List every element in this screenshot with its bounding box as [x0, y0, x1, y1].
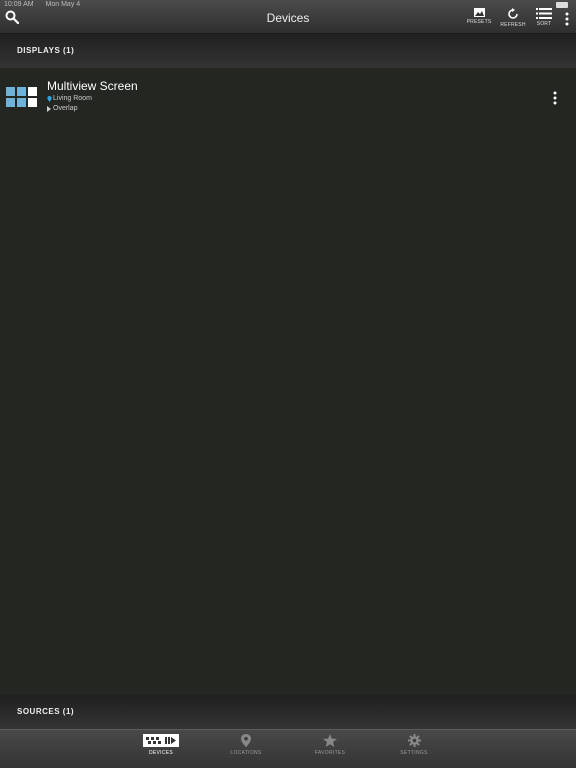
device-name: Multiview Screen: [47, 79, 138, 93]
device-mode-label: Overlap: [53, 105, 78, 112]
play-icon: [47, 105, 51, 112]
location-pin-icon: [47, 95, 52, 102]
tab-bar: DEVICES LOCATIONS FAVORITES SETTINGS: [0, 729, 576, 768]
status-date: Mon May 4: [45, 1, 81, 8]
more-vertical-icon: [553, 91, 557, 105]
status-bar: 10:09 AM Mon May 4: [4, 1, 90, 8]
top-bar: 10:09 AM Mon May 4 Devices PRESETS REFRE…: [0, 0, 576, 34]
tab-locations-label: LOCATIONS: [230, 750, 262, 756]
multiview-grid-icon: [6, 87, 40, 109]
tab-devices[interactable]: DEVICES: [131, 734, 191, 766]
tab-locations[interactable]: LOCATIONS: [216, 734, 276, 766]
refresh-label: REFRESH: [500, 22, 526, 28]
presets-label: PRESETS: [466, 19, 492, 25]
refresh-button[interactable]: REFRESH: [497, 8, 529, 32]
tab-settings-label: SETTINGS: [400, 750, 428, 756]
tab-favorites-label: FAVORITES: [314, 750, 346, 756]
image-icon: [473, 8, 485, 17]
status-time: 10:09 AM: [4, 1, 34, 8]
refresh-icon: [508, 8, 518, 19]
device-mode: Overlap: [47, 105, 78, 112]
more-vertical-icon: [565, 12, 569, 26]
sort-button[interactable]: SORT: [528, 8, 560, 32]
list-icon: [536, 8, 552, 19]
device-location-label: Living Room: [53, 95, 92, 102]
presets-button[interactable]: PRESETS: [463, 8, 495, 32]
star-icon: [323, 734, 337, 747]
gear-icon: [407, 734, 421, 747]
tab-favorites[interactable]: FAVORITES: [300, 734, 360, 766]
device-row[interactable]: Multiview Screen Living Room Overlap: [0, 74, 576, 114]
more-options-button[interactable]: [564, 12, 570, 26]
device-location: Living Room: [47, 95, 92, 102]
location-pin-icon: [241, 734, 251, 747]
sort-label: SORT: [536, 21, 552, 27]
device-more-button[interactable]: [552, 91, 558, 105]
tab-devices-label: DEVICES: [148, 750, 174, 756]
tab-settings[interactable]: SETTINGS: [384, 734, 444, 766]
devices-icon: [143, 734, 179, 747]
displays-section-header[interactable]: DISPLAYS (1): [0, 34, 576, 68]
sources-section-header[interactable]: SOURCES (1): [0, 695, 576, 729]
